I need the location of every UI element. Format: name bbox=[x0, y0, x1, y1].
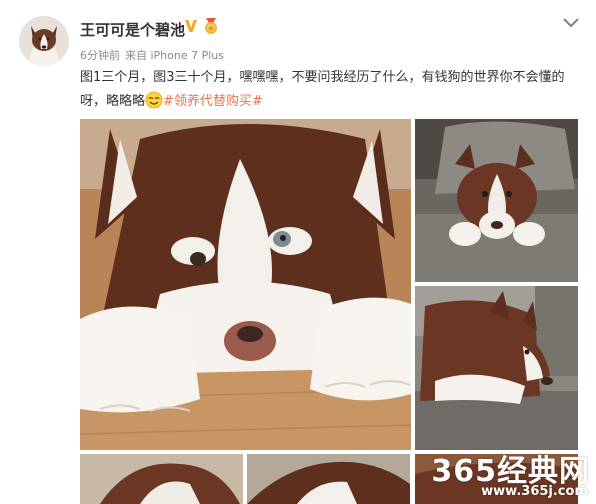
chevron-down-icon[interactable] bbox=[561, 16, 581, 30]
post-time[interactable]: 6分钟前 bbox=[80, 49, 120, 62]
puppy-image bbox=[80, 454, 243, 504]
verified-v-icon[interactable] bbox=[184, 18, 198, 34]
avatar-image bbox=[19, 16, 69, 66]
photo-4[interactable] bbox=[80, 454, 243, 504]
avatar[interactable] bbox=[19, 16, 69, 66]
site-watermark: 365经典网 www.365j.com bbox=[418, 446, 596, 504]
weibo-post: 王可可是个碧池 6分钟前 来自 iPhone 7 Plus 图1三个月，图3三十个… bbox=[0, 0, 596, 504]
post-meta: 6分钟前 来自 iPhone 7 Plus bbox=[80, 47, 224, 63]
photo-1[interactable] bbox=[80, 119, 411, 450]
puppy-closeup-image bbox=[80, 119, 411, 450]
topic-tag[interactable]: #领养代替购买# bbox=[163, 94, 263, 109]
username[interactable]: 王可可是个碧池 bbox=[80, 19, 185, 40]
puppy-image bbox=[247, 454, 410, 504]
grown-dog-image bbox=[415, 286, 578, 450]
post-text: 图1三个月，图3三十个月，嘿嘿嘿，不要问我经历了什么，有钱狗的世界你不会懂的呀，… bbox=[80, 66, 580, 114]
post-source[interactable]: 来自 iPhone 7 Plus bbox=[125, 49, 224, 62]
watermark-url: www.365j.com bbox=[481, 484, 588, 499]
smile-emoji bbox=[145, 91, 163, 109]
photo-5[interactable] bbox=[247, 454, 410, 504]
medal-icon[interactable] bbox=[202, 17, 220, 35]
photo-2[interactable] bbox=[415, 119, 578, 282]
photo-3[interactable] bbox=[415, 286, 578, 450]
puppy-on-couch-image bbox=[415, 119, 578, 282]
